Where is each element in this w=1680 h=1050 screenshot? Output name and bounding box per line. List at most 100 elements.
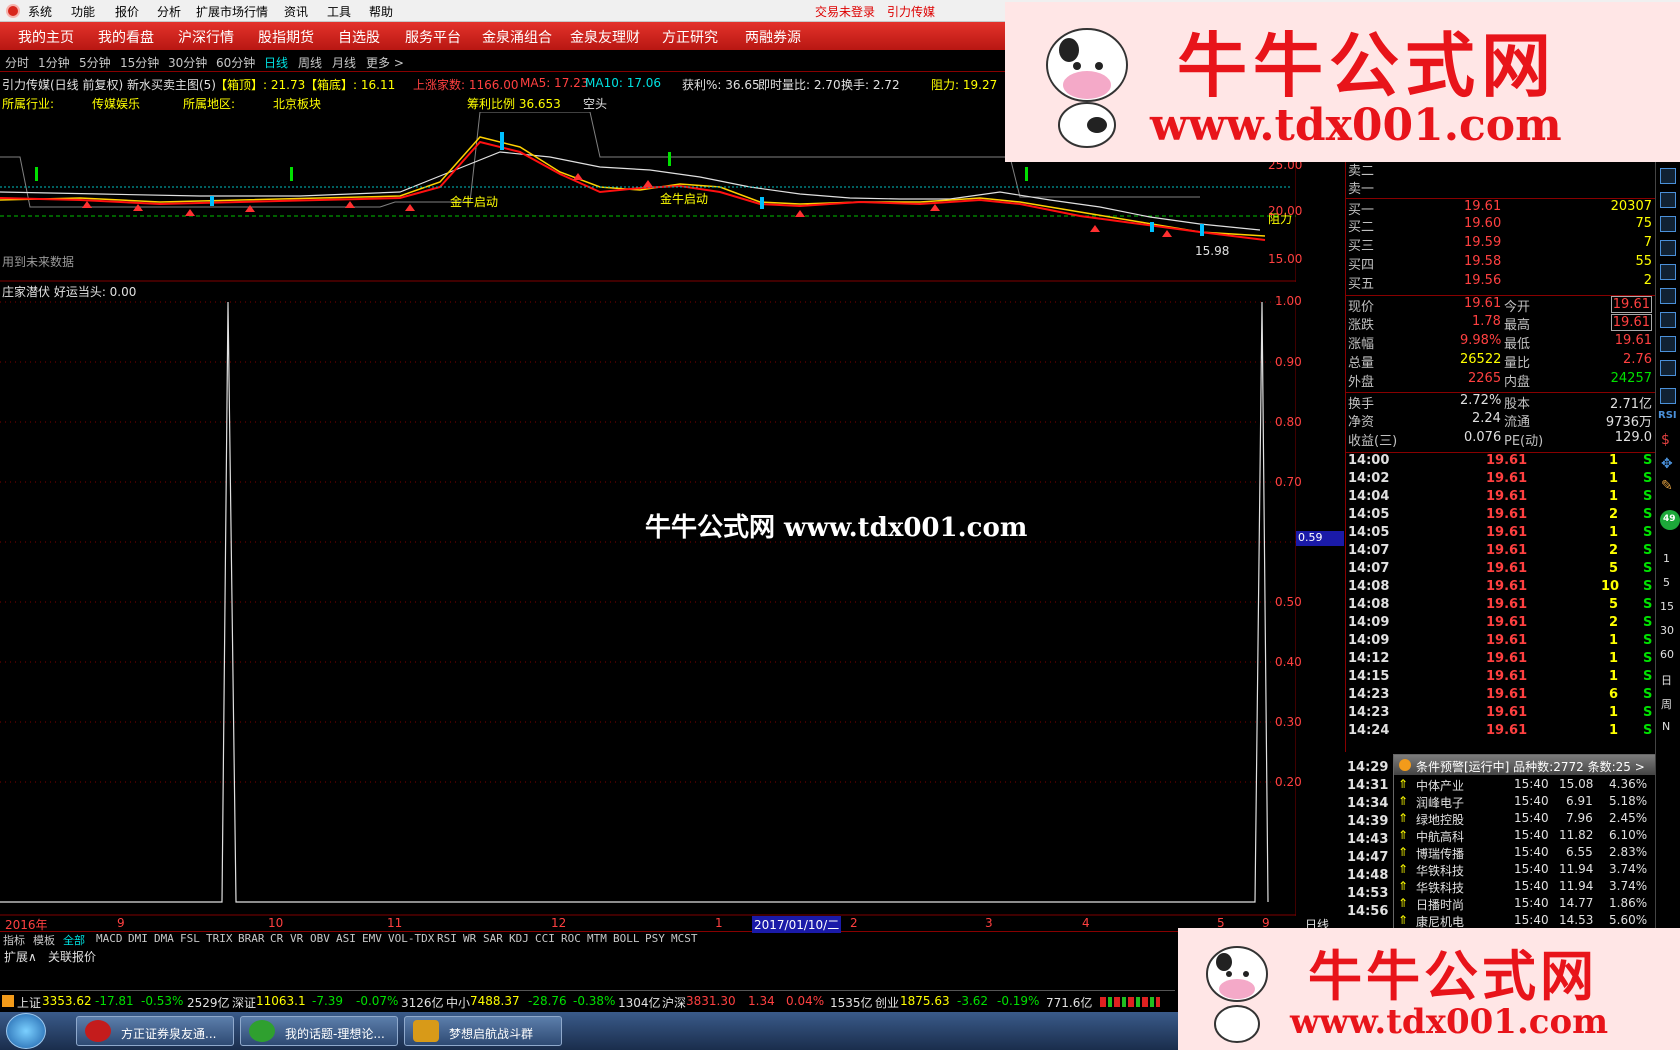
ind-tab-emv[interactable]: EMV <box>362 932 382 947</box>
period-monthly[interactable]: 月线 <box>332 54 356 71</box>
side-period-day[interactable]: 日 <box>1661 672 1672 688</box>
ind-tab-asi[interactable]: ASI <box>336 932 356 947</box>
side-period-week[interactable]: 周 <box>1661 696 1672 712</box>
menu-system[interactable]: 系统 <box>28 3 52 20</box>
info-tool-icon[interactable] <box>1660 216 1676 232</box>
ind-tab-mtm[interactable]: MTM <box>587 932 607 947</box>
chart-tool-icon[interactable] <box>1660 168 1676 184</box>
tab-research[interactable]: 方正研究 <box>662 27 718 47</box>
side-period-n[interactable]: N <box>1662 720 1670 733</box>
tab-market[interactable]: 沪深行情 <box>178 27 234 47</box>
alert-row[interactable]: ⇑日播时尚15:4014.771.86%黄 <box>1394 896 1668 913</box>
idx-sh-label[interactable]: 上证 <box>17 994 41 1011</box>
tab-favorites[interactable]: 自选股 <box>338 27 380 47</box>
idx-zx-label[interactable]: 中小 <box>446 994 470 1011</box>
tab-watch[interactable]: 我的看盘 <box>98 27 154 47</box>
period-weekly[interactable]: 周线 <box>298 54 322 71</box>
period-1min[interactable]: 1分钟 <box>38 54 70 71</box>
alert-row[interactable]: ⇑华铁科技15:4011.943.74%黄 <box>1394 862 1668 879</box>
period-intraday[interactable]: 分时 <box>5 54 29 71</box>
start-button-icon[interactable] <box>6 1013 46 1049</box>
menu-function[interactable]: 功能 <box>71 3 95 20</box>
side-period-1[interactable]: 1 <box>1663 552 1670 565</box>
login-status[interactable]: 交易未登录 <box>815 3 875 20</box>
menu-news[interactable]: 资讯 <box>284 3 308 20</box>
tab-home[interactable]: 我的主页 <box>18 27 74 47</box>
ind-tab-macd[interactable]: MACD <box>96 932 123 947</box>
period-15min[interactable]: 15分钟 <box>120 54 159 71</box>
menu-help[interactable]: 帮助 <box>369 3 393 20</box>
ind-tab-dmi[interactable]: DMI <box>128 932 148 947</box>
compare-tool-icon[interactable] <box>1660 360 1676 376</box>
ind-tab-vol[interactable]: VOL-TDX <box>388 932 434 947</box>
taskbar-app-group[interactable]: 梦想启航战斗群 <box>404 1016 562 1046</box>
idx-hs-label[interactable]: 沪深 <box>662 994 686 1011</box>
alert-row[interactable]: ⇑中体产业15:4015.084.36%主 <box>1394 777 1668 794</box>
period-5min[interactable]: 5分钟 <box>79 54 111 71</box>
ind-tab-kdj[interactable]: KDJ <box>509 932 529 947</box>
ind-tab-template[interactable]: 模板 <box>33 932 55 947</box>
taskbar-app-fangzheng[interactable]: 方正证券泉友通... <box>76 1016 234 1046</box>
side-period-5[interactable]: 5 <box>1663 576 1670 589</box>
alert-row[interactable]: ⇑中航高科15:4011.826.10%黄 <box>1394 828 1668 845</box>
status-menu-icon[interactable] <box>2 995 14 1007</box>
menu-analysis[interactable]: 分析 <box>157 3 181 20</box>
ind-tab-cr[interactable]: CR <box>270 932 283 947</box>
period-more[interactable]: 更多 > <box>366 54 404 71</box>
menu-quote[interactable]: 报价 <box>115 3 139 20</box>
ind-tab-brar[interactable]: BRAR <box>238 932 265 947</box>
ind-tab-roc[interactable]: ROC <box>561 932 581 947</box>
side-period-30[interactable]: 30 <box>1660 624 1674 637</box>
kline-tool-icon[interactable] <box>1660 192 1676 208</box>
ext-expand-tab[interactable]: 扩展∧ <box>4 948 37 965</box>
ind-tab-all[interactable]: 全部 <box>63 932 85 947</box>
tab-finance[interactable]: 金泉友理财 <box>570 27 640 47</box>
pen-tool-icon[interactable]: ✎ <box>1661 478 1673 494</box>
f10-alt-tool-icon[interactable] <box>1660 336 1676 352</box>
ind-tab-psy[interactable]: PSY <box>645 932 665 947</box>
ind-tab-trix[interactable]: TRIX <box>206 932 233 947</box>
alert-row[interactable]: ⇑博瑞传播15:406.552.83%黄 <box>1394 845 1668 862</box>
taskbar-app-forum[interactable]: 我的话题-理想论... <box>240 1016 398 1046</box>
alert-row[interactable]: ⇑润峰电子15:406.915.18%黄 <box>1394 794 1668 811</box>
period-30min[interactable]: 30分钟 <box>168 54 207 71</box>
menu-tools[interactable]: 工具 <box>327 3 351 20</box>
ind-tab-fsl[interactable]: FSL <box>180 932 200 947</box>
alert-row[interactable]: ⇑华铁科技15:4011.943.74%主 <box>1394 879 1668 896</box>
money-tool-icon[interactable]: $ <box>1661 432 1670 448</box>
alert-title-bar[interactable]: 条件预警[运行中] 品种数:2772 条数:25 > <box>1394 755 1667 775</box>
f10-tool-icon[interactable] <box>1660 240 1676 256</box>
ind-tab-wr[interactable]: WR <box>463 932 476 947</box>
rsi-tool-icon[interactable]: RSI <box>1658 410 1677 421</box>
ind-tab-cci[interactable]: CCI <box>535 932 555 947</box>
ind-tab-rsi[interactable]: RSI <box>437 932 457 947</box>
menu-ext-market[interactable]: 扩展市场行情 <box>196 3 268 20</box>
idx-cy-label[interactable]: 创业 <box>875 994 899 1011</box>
tab-margin[interactable]: 两融券源 <box>745 27 801 47</box>
ind-tab-obv[interactable]: OBV <box>310 932 330 947</box>
ind-tab-boll[interactable]: BOLL <box>613 932 640 947</box>
ind-tab-indicator[interactable]: 指标 <box>3 932 25 947</box>
f12-tool-icon[interactable] <box>1660 312 1676 328</box>
ind-tab-mcst[interactable]: MCST <box>671 932 698 947</box>
idx-sz-label[interactable]: 深证 <box>232 994 256 1011</box>
ind-tab-vr[interactable]: VR <box>290 932 303 947</box>
tab-futures[interactable]: 股指期货 <box>258 27 314 47</box>
stats-tool-icon[interactable] <box>1660 288 1676 304</box>
side-period-15[interactable]: 15 <box>1660 600 1674 613</box>
ind-tab-dma[interactable]: DMA <box>154 932 174 947</box>
tick-list[interactable]: 14:00 19.61 1 S 14:02 19.61 1 S 14:04 19.61 1 S 1… <box>1345 452 1655 752</box>
ext-related-tab[interactable]: 关联报价 <box>48 948 96 965</box>
side-period-60[interactable]: 60 <box>1660 648 1674 661</box>
side-badge[interactable]: 49 <box>1660 510 1680 530</box>
ind-tab-sar[interactable]: SAR <box>483 932 503 947</box>
alert-row[interactable]: ⇑绿地控股15:407.962.45%主 <box>1394 811 1668 828</box>
period-daily[interactable]: 日线 <box>264 54 288 71</box>
move-tool-icon[interactable]: ✥ <box>1661 456 1673 472</box>
grid-tool-icon[interactable] <box>1660 264 1676 280</box>
wave-tool-icon[interactable] <box>1660 388 1676 404</box>
condition-alert-window[interactable]: 条件预警[运行中] 品种数:2772 条数:25 > ⇑ 中体产业 15:40 15.… <box>1393 754 1668 930</box>
tab-service[interactable]: 服务平台 <box>405 27 461 47</box>
period-60min[interactable]: 60分钟 <box>216 54 255 71</box>
tab-portfolio[interactable]: 金泉涌组合 <box>482 27 552 47</box>
